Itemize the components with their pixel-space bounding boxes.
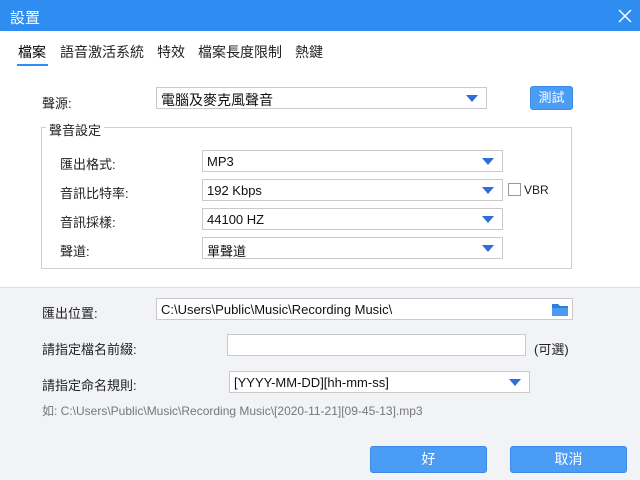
channel-select[interactable]: 單聲道 <box>202 237 503 259</box>
chevron-down-icon <box>482 187 494 194</box>
tab-voice-activation[interactable]: 語音激活系統 <box>60 42 144 62</box>
sample-rate-label: 音訊採樣: <box>60 215 116 230</box>
source-select[interactable]: 電腦及麥克風聲音 <box>156 87 487 109</box>
output-location-label: 匯出位置: <box>42 306 98 321</box>
source-label: 聲源: <box>42 96 72 111</box>
active-tab-indicator <box>17 64 48 66</box>
bitrate-label: 音訊比特率: <box>60 186 129 201</box>
tab-hotkeys[interactable]: 熱鍵 <box>295 42 323 62</box>
sample-rate-value: 44100 HZ <box>207 212 265 227</box>
bitrate-select[interactable]: 192 Kbps <box>202 179 503 201</box>
tab-bar: 檔案 語音激活系統 特效 檔案長度限制 熱鍵 <box>0 31 640 71</box>
title-bar: 設置 <box>0 0 640 31</box>
chevron-down-icon <box>482 245 494 252</box>
close-icon <box>618 9 632 23</box>
naming-rule-label: 請指定命名規則: <box>42 378 137 393</box>
chevron-down-icon <box>482 216 494 223</box>
filename-prefix-label: 請指定檔名前綴: <box>42 342 137 357</box>
sample-rate-select[interactable]: 44100 HZ <box>202 208 503 230</box>
vbr-checkbox[interactable] <box>508 183 521 196</box>
bitrate-value: 192 Kbps <box>207 183 262 198</box>
format-label: 匯出格式: <box>60 157 116 172</box>
output-location-field[interactable]: C:\Users\Public\Music\Recording Music\ <box>156 298 573 320</box>
close-button[interactable] <box>610 0 640 31</box>
chevron-down-icon <box>509 379 521 386</box>
naming-rule-select[interactable]: [YYYY-MM-DD][hh-mm-ss] <box>229 371 530 393</box>
test-button[interactable]: 測試 <box>530 86 573 110</box>
output-location-value: C:\Users\Public\Music\Recording Music\ <box>161 302 393 317</box>
ok-button[interactable]: 好 <box>370 446 487 473</box>
source-value: 電腦及麥克風聲音 <box>161 92 273 108</box>
example-path: 如: C:\Users\Public\Music\Recording Music… <box>42 404 423 418</box>
chevron-down-icon <box>482 158 494 165</box>
channel-label: 聲道: <box>60 244 90 259</box>
folder-icon[interactable] <box>551 302 569 317</box>
optional-hint: (可選) <box>534 342 569 357</box>
vbr-label: VBR <box>524 183 549 197</box>
audio-settings-title: 聲音設定 <box>46 120 105 139</box>
chevron-down-icon <box>466 95 478 102</box>
format-value: MP3 <box>207 154 234 169</box>
tab-file[interactable]: 檔案 <box>18 42 46 62</box>
tab-file-length-limit[interactable]: 檔案長度限制 <box>198 42 282 62</box>
format-select[interactable]: MP3 <box>202 150 503 172</box>
cancel-button[interactable]: 取消 <box>510 446 627 473</box>
filename-prefix-input[interactable] <box>227 334 526 356</box>
naming-rule-value: [YYYY-MM-DD][hh-mm-ss] <box>234 375 389 390</box>
tab-effects[interactable]: 特效 <box>157 42 185 62</box>
channel-value: 單聲道 <box>207 244 247 259</box>
window-title: 設置 <box>10 10 41 27</box>
